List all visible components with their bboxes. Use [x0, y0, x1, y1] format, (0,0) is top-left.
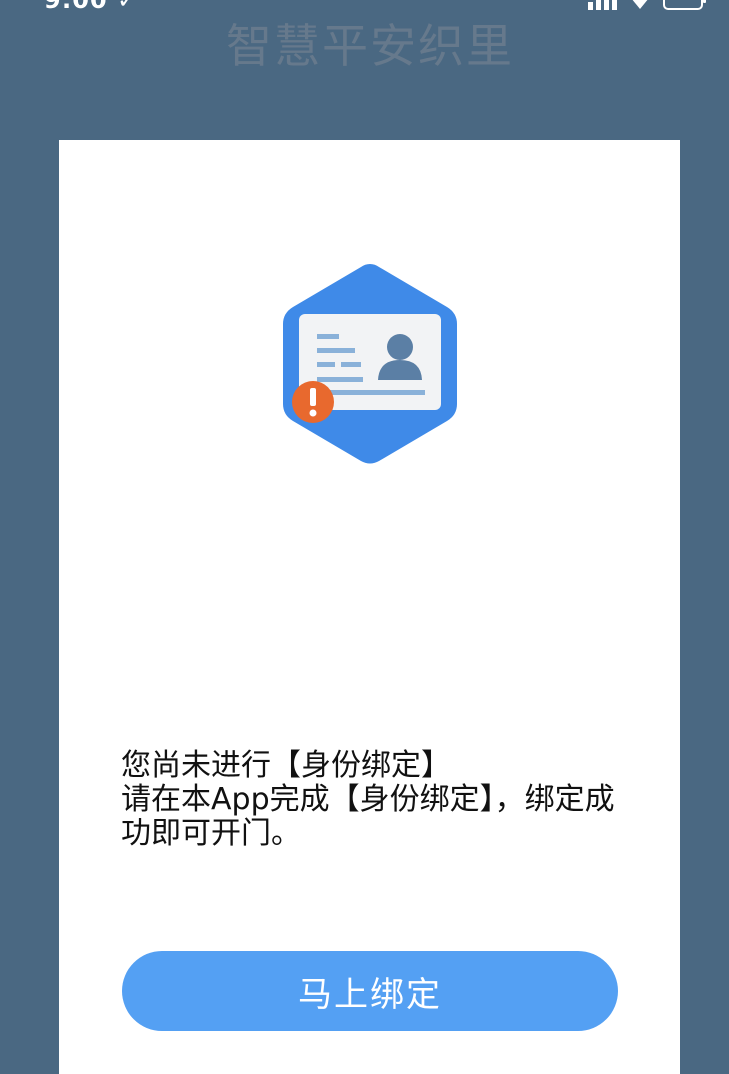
- wifi-icon: [627, 0, 653, 10]
- status-indicators: [588, 0, 707, 10]
- message-line-2: 请在本App完成【身份绑定】，绑定成功即可开门。: [121, 782, 615, 851]
- battery-icon: [663, 0, 707, 10]
- binding-dialog: 您尚未进行【身份绑定】 请在本App完成【身份绑定】，绑定成功即可开门。 马上绑…: [59, 140, 680, 1074]
- signal-icon: [588, 0, 617, 10]
- message-line-1: 您尚未进行【身份绑定】: [121, 748, 451, 783]
- bind-now-button[interactable]: 马上绑定: [122, 951, 618, 1031]
- id-card-warning-icon: [277, 262, 463, 466]
- binding-message: 您尚未进行【身份绑定】 请在本App完成【身份绑定】，绑定成功即可开门。: [121, 749, 621, 851]
- status-time: 9:00 ✓: [44, 0, 139, 14]
- status-bar: 9:00 ✓: [0, 0, 729, 14]
- app-title: 智慧平安织里: [226, 19, 514, 73]
